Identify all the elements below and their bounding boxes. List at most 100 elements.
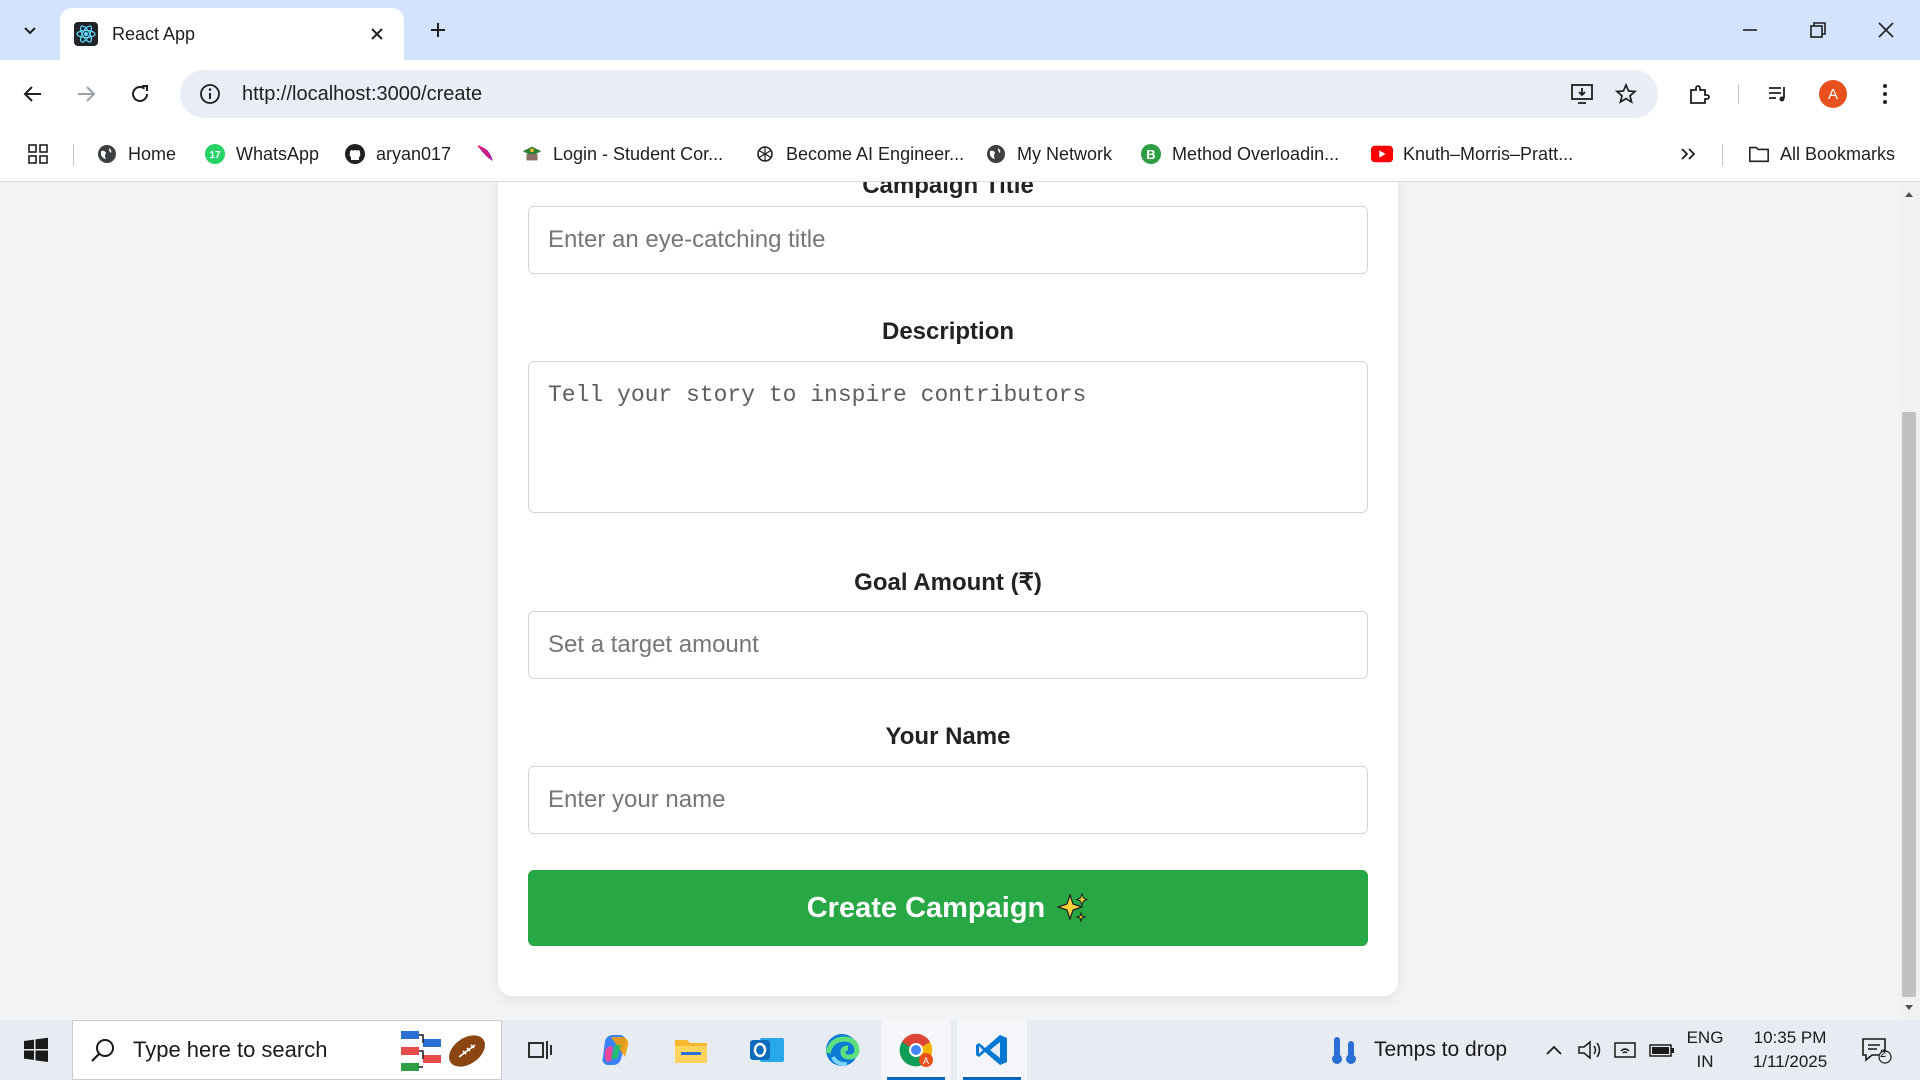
clock-date: 1/11/2025 [1752, 1052, 1828, 1071]
bookmark-label: Method Overloadin... [1172, 143, 1340, 164]
playlist-icon [1769, 87, 1785, 102]
description-textarea[interactable] [528, 361, 1368, 513]
volume-icon[interactable] [1576, 1036, 1604, 1064]
bookmark-student-portal[interactable]: Login - Student Cor... [521, 138, 723, 170]
create-campaign-card: Campaign Title Description Goal Amount (… [498, 182, 1398, 996]
svg-text:A: A [923, 1056, 929, 1066]
football-bracket-icon [397, 1025, 493, 1077]
youtube-icon [1371, 143, 1393, 165]
create-campaign-button[interactable]: Create Campaign [528, 870, 1368, 946]
folder-icon [675, 1040, 707, 1063]
bookmark-label: aryan017 [376, 143, 452, 164]
tab-strip: React App [0, 0, 1920, 60]
leaf-icon [475, 143, 497, 165]
show-hidden-icons-icon[interactable] [1540, 1036, 1568, 1064]
url-text[interactable]: http://localhost:3000/create [242, 83, 1560, 106]
windows-logo-icon [24, 1037, 48, 1062]
profile-button[interactable]: A [1813, 74, 1853, 114]
taskbar-search-box[interactable]: Type here to search [72, 1020, 502, 1080]
input-language-indicator[interactable]: ENG IN [1678, 1026, 1732, 1074]
plus-icon [431, 23, 445, 37]
language-code: ENG [1686, 1028, 1724, 1047]
edge-app[interactable] [807, 1020, 877, 1080]
chevron-down-icon [24, 27, 36, 35]
all-bookmarks-label: All Bookmarks [1780, 143, 1896, 164]
restore-icon [1810, 22, 1826, 38]
task-view-button[interactable] [505, 1020, 575, 1080]
extensions-button[interactable] [1679, 74, 1719, 114]
page-scrollbar[interactable] [1898, 182, 1920, 1020]
bookmark-github[interactable]: aryan017 [344, 138, 451, 170]
tab-react-app[interactable]: React App [60, 8, 404, 60]
battery-icon[interactable] [1648, 1036, 1676, 1064]
bookmark-my-network[interactable]: My Network [985, 138, 1112, 170]
globe-icon [96, 143, 118, 165]
forward-button[interactable] [66, 74, 106, 114]
globe-icon [985, 143, 1007, 165]
bookmark-label: My Network [1017, 143, 1113, 164]
folder-icon [1748, 143, 1770, 165]
arrow-right-icon [78, 86, 96, 102]
chrome-app[interactable]: A [881, 1020, 951, 1080]
chrome-icon: A [899, 1033, 933, 1067]
goal-amount-label: Goal Amount (₹) [854, 569, 1042, 596]
your-name-label: Your Name [885, 723, 1011, 750]
apps-grid-icon [28, 144, 48, 164]
minimize-button[interactable] [1716, 0, 1784, 60]
start-button[interactable] [0, 1020, 72, 1080]
close-icon [1878, 22, 1894, 38]
scroll-up-arrow-icon[interactable] [1898, 184, 1920, 204]
outlook-app[interactable] [732, 1020, 802, 1080]
sparkles-icon [1057, 892, 1089, 924]
scroll-down-arrow-icon[interactable] [1898, 998, 1920, 1018]
bookmark-home[interactable]: Home [96, 138, 176, 170]
browser-menu-button[interactable] [1865, 74, 1905, 114]
weather-text: Temps to drop [1374, 1038, 1508, 1061]
system-clock[interactable]: 10:35 PM 1/11/2025 [1730, 1026, 1850, 1074]
address-bar[interactable]: http://localhost:3000/create [180, 70, 1658, 118]
openai-icon [754, 143, 776, 165]
copilot-app[interactable] [581, 1020, 651, 1080]
campaign-title-input[interactable] [528, 206, 1368, 274]
restore-button[interactable] [1784, 0, 1852, 60]
bookmarks-bar: Home 17 WhatsApp aryan017 Login - Studen… [0, 128, 1920, 182]
file-explorer-app[interactable] [656, 1020, 726, 1080]
bookmark-leaf[interactable] [475, 138, 507, 170]
double-chevron-right-icon [1681, 148, 1696, 160]
install-app-icon[interactable] [1560, 72, 1604, 116]
svg-text:17: 17 [209, 150, 221, 161]
copilot-icon [602, 1035, 629, 1065]
reload-button[interactable] [120, 74, 160, 114]
bookmark-label: WhatsApp [236, 143, 320, 164]
bookmark-divider [73, 144, 74, 166]
vscode-app[interactable] [957, 1020, 1027, 1080]
search-icon [73, 1020, 133, 1080]
bookmark-label: Home [128, 143, 177, 164]
all-bookmarks-button[interactable]: All Bookmarks [1748, 138, 1895, 170]
bookmark-method-overloading[interactable]: B Method Overloadin... [1140, 138, 1339, 170]
your-name-input[interactable] [528, 766, 1368, 834]
tab-search-button[interactable] [10, 10, 50, 50]
back-button[interactable] [13, 74, 53, 114]
weather-widget[interactable]: Temps to drop [1330, 1020, 1507, 1080]
apps-button[interactable] [27, 138, 49, 170]
network-icon[interactable] [1612, 1036, 1640, 1064]
bookmark-whatsapp[interactable]: 17 WhatsApp [204, 138, 319, 170]
media-control-button[interactable] [1758, 74, 1798, 114]
bookmark-label: Login - Student Cor... [553, 143, 724, 164]
bookmark-star-icon[interactable] [1604, 72, 1648, 116]
scrollbar-thumb[interactable] [1902, 412, 1916, 997]
edge-icon [825, 1034, 860, 1067]
close-window-button[interactable] [1852, 0, 1920, 60]
more-bookmarks-button[interactable] [1678, 138, 1698, 170]
page-viewport: Campaign Title Description Goal Amount (… [0, 182, 1898, 1020]
bookmark-ai-engineer[interactable]: Become AI Engineer... [754, 138, 964, 170]
site-info-icon[interactable] [188, 72, 232, 116]
goal-amount-input[interactable] [528, 611, 1368, 679]
notifications-icon[interactable]: 2 [1858, 1036, 1894, 1064]
new-tab-button[interactable] [418, 12, 458, 48]
clock-time: 10:35 PM [1753, 1028, 1827, 1047]
bookmark-kmp[interactable]: Knuth–Morris–Pratt... [1371, 138, 1573, 170]
close-tab-icon[interactable] [364, 21, 390, 47]
task-view-icon [528, 1041, 552, 1059]
